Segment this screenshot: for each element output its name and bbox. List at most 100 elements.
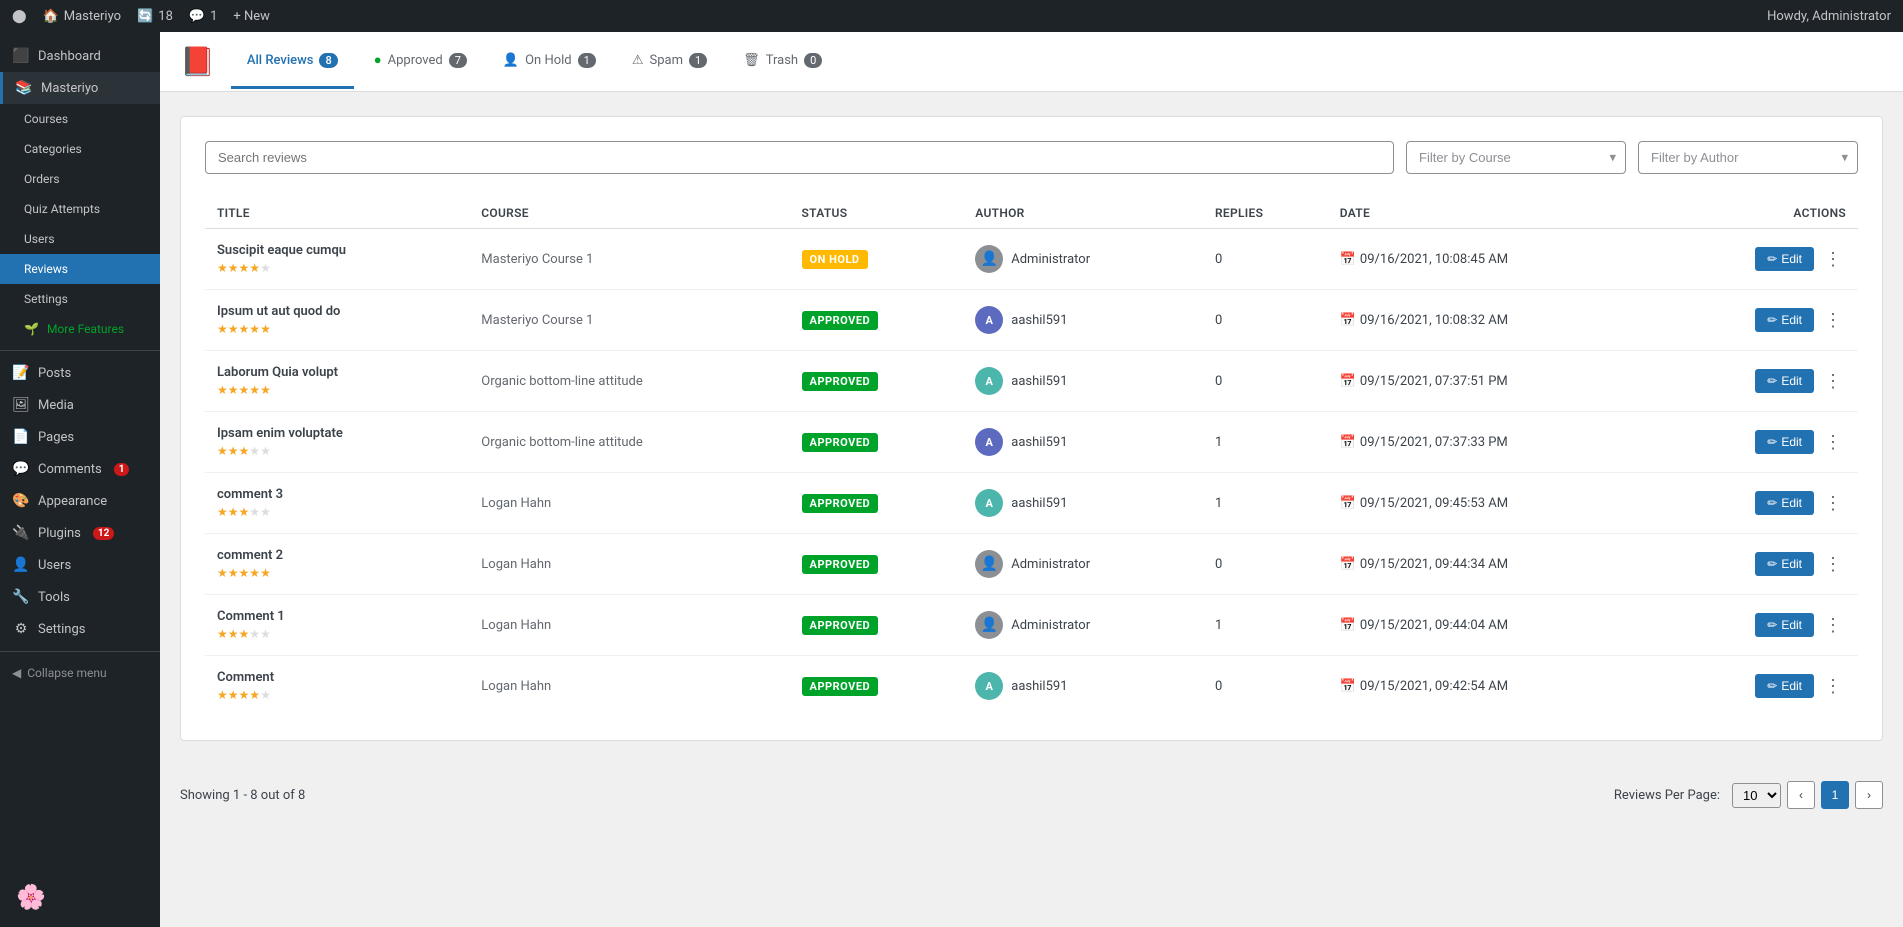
star-4: ★ xyxy=(249,627,260,641)
table-footer: Showing 1 - 8 out of 8 Reviews Per Page:… xyxy=(160,765,1903,825)
users-icon: 👤 xyxy=(12,557,30,573)
star-4: ★ xyxy=(249,566,260,580)
per-page-select[interactable]: 10 20 50 xyxy=(1732,783,1781,808)
more-actions-button-4[interactable]: ⋮ xyxy=(1820,491,1846,516)
edit-button-5[interactable]: ✏ Edit xyxy=(1755,552,1814,576)
settings-sub-label: Settings xyxy=(24,292,68,306)
edit-button-2[interactable]: ✏ Edit xyxy=(1755,369,1814,393)
cell-course-3: Organic bottom-line attitude xyxy=(469,412,789,473)
review-stars-7: ★★★★★ xyxy=(217,688,457,702)
review-title-0: Suscipit eaque cumqu xyxy=(217,243,457,258)
edit-button-1[interactable]: ✏ Edit xyxy=(1755,308,1814,332)
media-icon: 🖼 xyxy=(12,397,30,413)
col-title: TITLE xyxy=(205,198,469,229)
filter-course-select[interactable]: Filter by Course xyxy=(1406,141,1626,174)
cell-status-1: APPROVED xyxy=(790,290,964,351)
collapse-icon: ◀ xyxy=(12,666,21,680)
tab-onhold[interactable]: 👤 On Hold 1 xyxy=(487,35,612,89)
new-content-link[interactable]: + New xyxy=(233,9,270,24)
status-badge-6: APPROVED xyxy=(802,616,879,635)
tab-all-reviews[interactable]: All Reviews 8 xyxy=(231,35,354,89)
filter-author-wrapper: Filter by Author xyxy=(1638,141,1858,174)
masteriyo-icon: 📚 xyxy=(15,80,33,96)
edit-button-7[interactable]: ✏ Edit xyxy=(1755,674,1814,698)
filter-author-select[interactable]: Filter by Author xyxy=(1638,141,1858,174)
table-row: Laborum Quia volupt ★★★★★ Organic bottom… xyxy=(205,351,1858,412)
sidebar-item-tools[interactable]: 🔧 Tools xyxy=(0,581,160,613)
more-actions-button-2[interactable]: ⋮ xyxy=(1820,369,1846,394)
sidebar-item-posts[interactable]: 📝 Posts xyxy=(0,357,160,389)
page-1-button[interactable]: 1 xyxy=(1821,781,1849,809)
filter-course-wrapper: Filter by Course xyxy=(1406,141,1626,174)
cell-status-0: ON HOLD xyxy=(790,229,964,290)
review-stars-3: ★★★★★ xyxy=(217,444,457,458)
search-input[interactable] xyxy=(205,141,1394,174)
edit-button-6[interactable]: ✏ Edit xyxy=(1755,613,1814,637)
prev-page-button[interactable]: ‹ xyxy=(1787,781,1815,809)
date-icon-6: 📅 xyxy=(1340,618,1356,633)
sidebar-item-settings-main[interactable]: ⚙ Settings xyxy=(0,613,160,645)
more-actions-button-6[interactable]: ⋮ xyxy=(1820,613,1846,638)
edit-button-3[interactable]: ✏ Edit xyxy=(1755,430,1814,454)
onhold-icon: 👤 xyxy=(503,53,519,68)
wp-logo-link[interactable]: ⬤ xyxy=(12,9,27,24)
status-badge-1: APPROVED xyxy=(802,311,879,330)
site-name-link[interactable]: 🏠 Masteriyo xyxy=(43,9,122,24)
sidebar-item-quiz-attempts[interactable]: Quiz Attempts xyxy=(0,194,160,224)
sidebar-item-reviews[interactable]: Reviews xyxy=(0,254,160,284)
sidebar-item-pages[interactable]: 📄 Pages xyxy=(0,421,160,453)
posts-label: Posts xyxy=(38,366,71,381)
cell-course-4: Logan Hahn xyxy=(469,473,789,534)
edit-icon-6: ✏ xyxy=(1767,618,1777,632)
more-actions-button-1[interactable]: ⋮ xyxy=(1820,308,1846,333)
sidebar-item-orders[interactable]: Orders xyxy=(0,164,160,194)
sidebar-item-plugins[interactable]: 🔌 Plugins 12 xyxy=(0,517,160,549)
author-name-1: aashil591 xyxy=(1011,313,1067,328)
cell-title-6: Comment 1 ★★★★★ xyxy=(205,595,469,656)
sidebar-item-settings-sub[interactable]: Settings xyxy=(0,284,160,314)
cell-replies-3: 1 xyxy=(1203,412,1328,473)
sidebar-item-comments[interactable]: 💬 Comments 1 xyxy=(0,453,160,485)
sidebar-item-categories[interactable]: Categories xyxy=(0,134,160,164)
updates-link[interactable]: 🔄 18 xyxy=(137,9,173,24)
tab-all-count: 8 xyxy=(319,53,337,68)
sidebar-item-appearance[interactable]: 🎨 Appearance xyxy=(0,485,160,517)
review-title-6: Comment 1 xyxy=(217,609,457,624)
sidebar-item-courses[interactable]: Courses xyxy=(0,104,160,134)
table-row: Suscipit eaque cumqu ★★★★★ Masteriyo Cou… xyxy=(205,229,1858,290)
more-actions-button-0[interactable]: ⋮ xyxy=(1820,247,1846,272)
sidebar-item-media[interactable]: 🖼 Media xyxy=(0,389,160,421)
cell-author-7: A aashil591 xyxy=(963,656,1203,717)
star-2: ★ xyxy=(228,261,239,275)
page-header: 📕 All Reviews 8 ● Approved 7 👤 On Hold 1 xyxy=(160,32,1903,92)
sidebar-item-users-main[interactable]: 👤 Users xyxy=(0,549,160,581)
avatar: 👤 xyxy=(975,550,1003,578)
edit-icon-4: ✏ xyxy=(1767,496,1777,510)
sidebar-item-dashboard[interactable]: ⬛ Dashboard xyxy=(0,40,160,72)
cell-date-7: 📅09/15/2021, 09:42:54 AM xyxy=(1328,656,1660,717)
star-4: ★ xyxy=(249,505,260,519)
tab-approved[interactable]: ● Approved 7 xyxy=(358,34,483,89)
next-page-button[interactable]: › xyxy=(1855,781,1883,809)
tab-trash[interactable]: 🗑 Trash 0 xyxy=(727,35,838,89)
sidebar-item-more-features[interactable]: 🌱 More Features xyxy=(0,314,160,344)
wp-icon: ⬤ xyxy=(12,9,27,24)
sidebar-item-users-sub[interactable]: Users xyxy=(0,224,160,254)
sidebar-item-masteriyo[interactable]: 📚 Masteriyo xyxy=(0,72,160,104)
collapse-menu-item[interactable]: ◀ Collapse menu xyxy=(0,658,160,688)
avatar: 👤 xyxy=(975,611,1003,639)
review-stars-6: ★★★★★ xyxy=(217,627,457,641)
review-stars-1: ★★★★★ xyxy=(217,322,457,336)
author-name-3: aashil591 xyxy=(1011,435,1067,450)
star-2: ★ xyxy=(228,322,239,336)
dashboard-icon: ⬛ xyxy=(12,48,30,64)
comments-link[interactable]: 💬 1 xyxy=(189,9,218,24)
more-actions-button-3[interactable]: ⋮ xyxy=(1820,430,1846,455)
more-actions-button-7[interactable]: ⋮ xyxy=(1820,674,1846,699)
review-stars-2: ★★★★★ xyxy=(217,383,457,397)
more-actions-button-5[interactable]: ⋮ xyxy=(1820,552,1846,577)
tab-spam[interactable]: ⚠ Spam 1 xyxy=(616,35,723,89)
edit-button-4[interactable]: ✏ Edit xyxy=(1755,491,1814,515)
edit-button-0[interactable]: ✏ Edit xyxy=(1755,247,1814,271)
star-3: ★ xyxy=(239,322,250,336)
